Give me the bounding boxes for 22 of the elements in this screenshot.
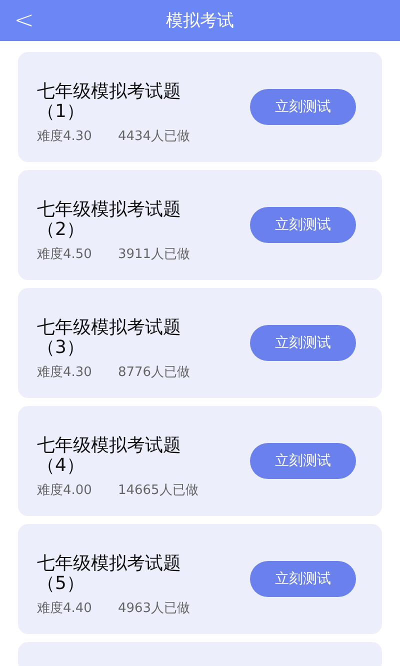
difficulty-text: 难度4.30 xyxy=(37,364,92,380)
attempt-count: 8776人已做 xyxy=(118,364,190,380)
exam-title: 七年级模拟考试题（4） xyxy=(37,436,182,476)
attempt-count: 4963人已做 xyxy=(118,600,190,616)
start-test-button[interactable]: 立刻测试 xyxy=(250,325,356,361)
difficulty-text: 难度4.40 xyxy=(37,600,92,616)
difficulty-text: 难度4.00 xyxy=(37,482,92,498)
attempt-count: 14665人已做 xyxy=(118,482,198,498)
page-title: 模拟考试 xyxy=(166,10,234,32)
difficulty-text: 难度4.30 xyxy=(37,128,92,144)
start-test-button[interactable]: 立刻测试 xyxy=(250,443,356,479)
back-button[interactable]: < xyxy=(14,8,34,32)
attempt-count: 3911人已做 xyxy=(118,246,190,262)
attempt-count: 4434人已做 xyxy=(118,128,190,144)
difficulty-text: 难度4.50 xyxy=(37,246,92,262)
start-test-button[interactable]: 立刻测试 xyxy=(250,89,356,125)
exam-title: 七年级模拟考试题（3） xyxy=(37,318,182,358)
exam-title: 七年级模拟考试题（2） xyxy=(37,200,182,240)
start-test-button[interactable]: 立刻测试 xyxy=(250,207,356,243)
exam-title: 七年级模拟考试题（1） xyxy=(37,82,182,122)
exam-title: 七年级模拟考试题（5） xyxy=(37,554,182,594)
start-test-button[interactable]: 立刻测试 xyxy=(250,561,356,597)
